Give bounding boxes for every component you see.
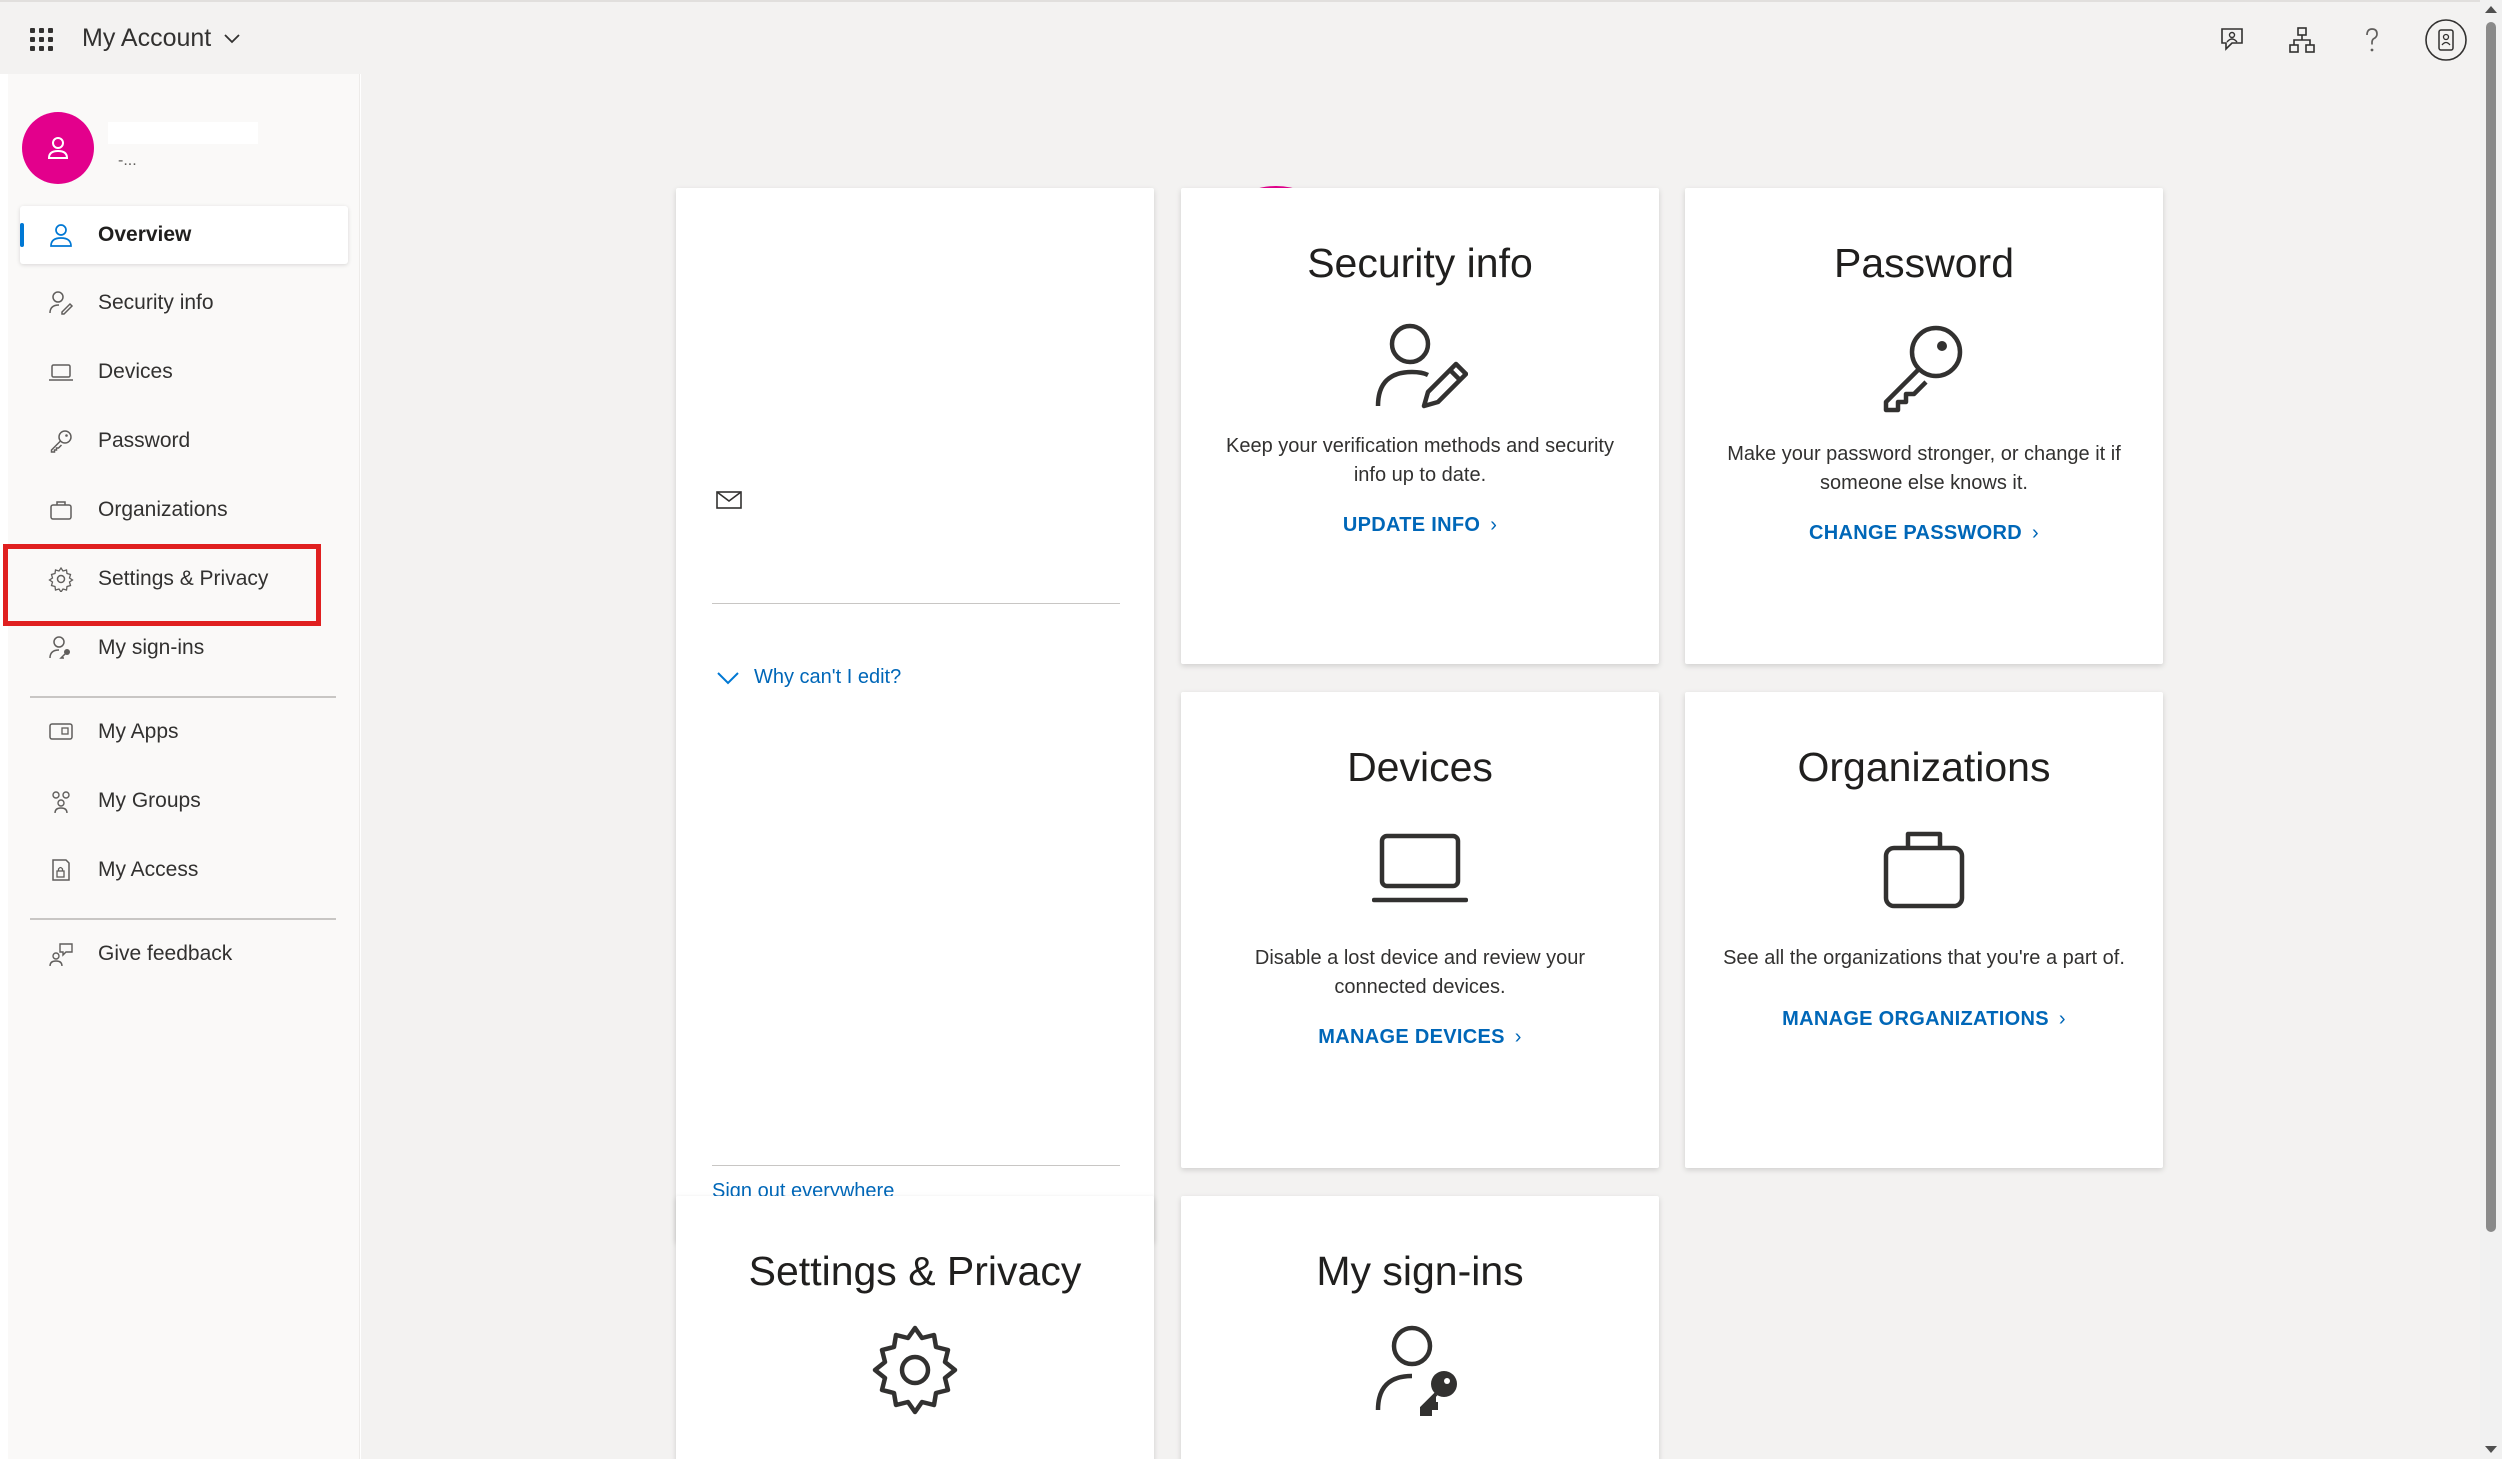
sidebar-item-overview[interactable]: Overview <box>20 206 348 264</box>
avatar[interactable] <box>22 112 94 184</box>
manage-devices-link[interactable]: MANAGE DEVICES › <box>1181 1026 1659 1049</box>
manage-organizations-link[interactable]: MANAGE ORGANIZATIONS › <box>1685 1008 2163 1031</box>
scroll-up-arrow-icon[interactable] <box>2485 6 2497 13</box>
scroll-thumb[interactable] <box>2486 22 2496 1232</box>
profile-card: Why can't I edit? Sign out everywhere <box>676 188 1154 1242</box>
feedback-icon[interactable] <box>2212 20 2252 60</box>
key-icon <box>1874 316 1974 416</box>
sign-ins-icon <box>46 633 76 663</box>
feedback-icon <box>46 939 76 969</box>
key-icon <box>46 426 76 456</box>
link-label: MANAGE DEVICES <box>1318 1026 1505 1048</box>
update-info-link[interactable]: UPDATE INFO › <box>1181 514 1659 537</box>
why-cant-edit-toggle[interactable]: Why can't I edit? <box>716 666 901 689</box>
sidebar-item-my-sign-ins[interactable]: My sign-ins <box>20 619 348 677</box>
help-icon[interactable] <box>2352 20 2392 60</box>
card-description: Make your password stronger, or change i… <box>1727 443 2121 494</box>
why-cant-edit-link: Why can't I edit? <box>754 666 902 688</box>
sidebar-item-label: Password <box>98 429 191 452</box>
sidebar-item-my-groups[interactable]: My Groups <box>20 772 348 830</box>
card-title: Organizations <box>1797 744 2051 790</box>
change-password-link[interactable]: CHANGE PASSWORD › <box>1685 522 2163 545</box>
app-title: My Account <box>82 24 212 52</box>
org-chart-icon[interactable] <box>2282 20 2322 60</box>
link-label: CHANGE PASSWORD <box>1809 522 2023 544</box>
link-label: MANAGE ORGANIZATIONS <box>1782 1008 2049 1030</box>
chevron-down-icon <box>717 671 739 684</box>
sidebar-item-label: My sign-ins <box>98 636 205 659</box>
chevron-right-icon: › <box>2032 522 2039 544</box>
divider <box>712 603 1120 604</box>
laptop-icon <box>46 357 76 387</box>
sidebar: -... Overview Security info Devices Pass… <box>8 74 360 1459</box>
app-title-dropdown[interactable]: My Account <box>82 24 241 53</box>
chevron-right-icon: › <box>2058 1008 2066 1030</box>
card-title: Password <box>1833 240 2014 286</box>
apps-icon <box>46 717 76 747</box>
access-icon <box>46 855 76 885</box>
vertical-scrollbar[interactable] <box>2480 0 2502 1459</box>
groups-icon <box>46 786 76 816</box>
card-title: Devices <box>1347 744 1493 790</box>
sidebar-item-label: My Access <box>98 858 199 881</box>
sidebar-item-organizations[interactable]: Organizations <box>20 481 348 539</box>
sidebar-item-settings-privacy[interactable]: Settings & Privacy <box>20 550 348 608</box>
sidebar-item-label: Give feedback <box>98 942 233 965</box>
sidebar-item-my-apps[interactable]: My Apps <box>20 703 348 761</box>
main-content: Why can't I edit? Sign out everywhere Se… <box>361 74 2480 1459</box>
sidebar-item-label: Overview <box>98 223 192 246</box>
settings-privacy-card: Settings & Privacy <box>676 1196 1154 1459</box>
chevron-right-icon: › <box>1514 1026 1522 1048</box>
person-icon <box>46 220 76 250</box>
top-bar: My Account <box>0 0 2480 74</box>
nav-divider <box>30 696 336 698</box>
card-title: Settings & Privacy <box>748 1248 1082 1294</box>
chevron-down-icon <box>224 33 240 43</box>
sidebar-item-password[interactable]: Password <box>20 412 348 470</box>
organizations-card: Organizations See all the organizations … <box>1685 692 2163 1168</box>
security-info-card: Security info Keep your verification met… <box>1181 188 1659 664</box>
divider <box>712 1165 1120 1166</box>
card-description: Keep your verification methods and secur… <box>1226 435 1614 486</box>
security-info-icon <box>46 288 76 318</box>
briefcase-icon <box>46 495 76 525</box>
sidebar-item-label: Devices <box>98 360 173 383</box>
mail-icon <box>716 490 742 515</box>
sidebar-item-label: Organizations <box>98 498 228 521</box>
briefcase-icon <box>1874 818 1974 918</box>
sidebar-item-give-feedback[interactable]: Give feedback <box>20 925 348 983</box>
scroll-down-arrow-icon[interactable] <box>2485 1446 2497 1453</box>
sidebar-item-label: Security info <box>98 291 214 314</box>
security-info-icon <box>1370 316 1470 416</box>
devices-card: Devices Disable a lost device and review… <box>1181 692 1659 1168</box>
sidebar-item-label: My Apps <box>98 720 179 743</box>
gear-icon <box>46 564 76 594</box>
card-title: My sign-ins <box>1316 1248 1524 1294</box>
sidebar-item-security-info[interactable]: Security info <box>20 274 348 332</box>
my-sign-ins-card: My sign-ins <box>1181 1196 1659 1459</box>
sidebar-item-label: Settings & Privacy <box>98 567 269 590</box>
card-description: Disable a lost device and review your co… <box>1254 947 1586 998</box>
person-icon <box>47 137 69 159</box>
chevron-right-icon: › <box>1490 514 1498 536</box>
sign-ins-icon <box>1370 1320 1470 1420</box>
link-label: UPDATE INFO <box>1342 514 1481 536</box>
app-launcher-icon[interactable] <box>26 24 56 54</box>
password-card: Password Make your password stronger, or… <box>1685 188 2163 664</box>
sidebar-item-my-access[interactable]: My Access <box>20 841 348 899</box>
account-badge-icon[interactable] <box>2424 18 2468 62</box>
profile-subtitle: -... <box>118 152 137 169</box>
nav-divider <box>30 918 336 920</box>
gear-icon <box>865 1320 965 1420</box>
card-description: See all the organizations that you're a … <box>1723 947 2125 969</box>
profile-name-redacted <box>108 122 258 144</box>
sidebar-item-devices[interactable]: Devices <box>20 343 348 401</box>
laptop-icon <box>1370 818 1470 918</box>
sidebar-item-label: My Groups <box>98 789 201 812</box>
card-title: Security info <box>1307 240 1533 286</box>
